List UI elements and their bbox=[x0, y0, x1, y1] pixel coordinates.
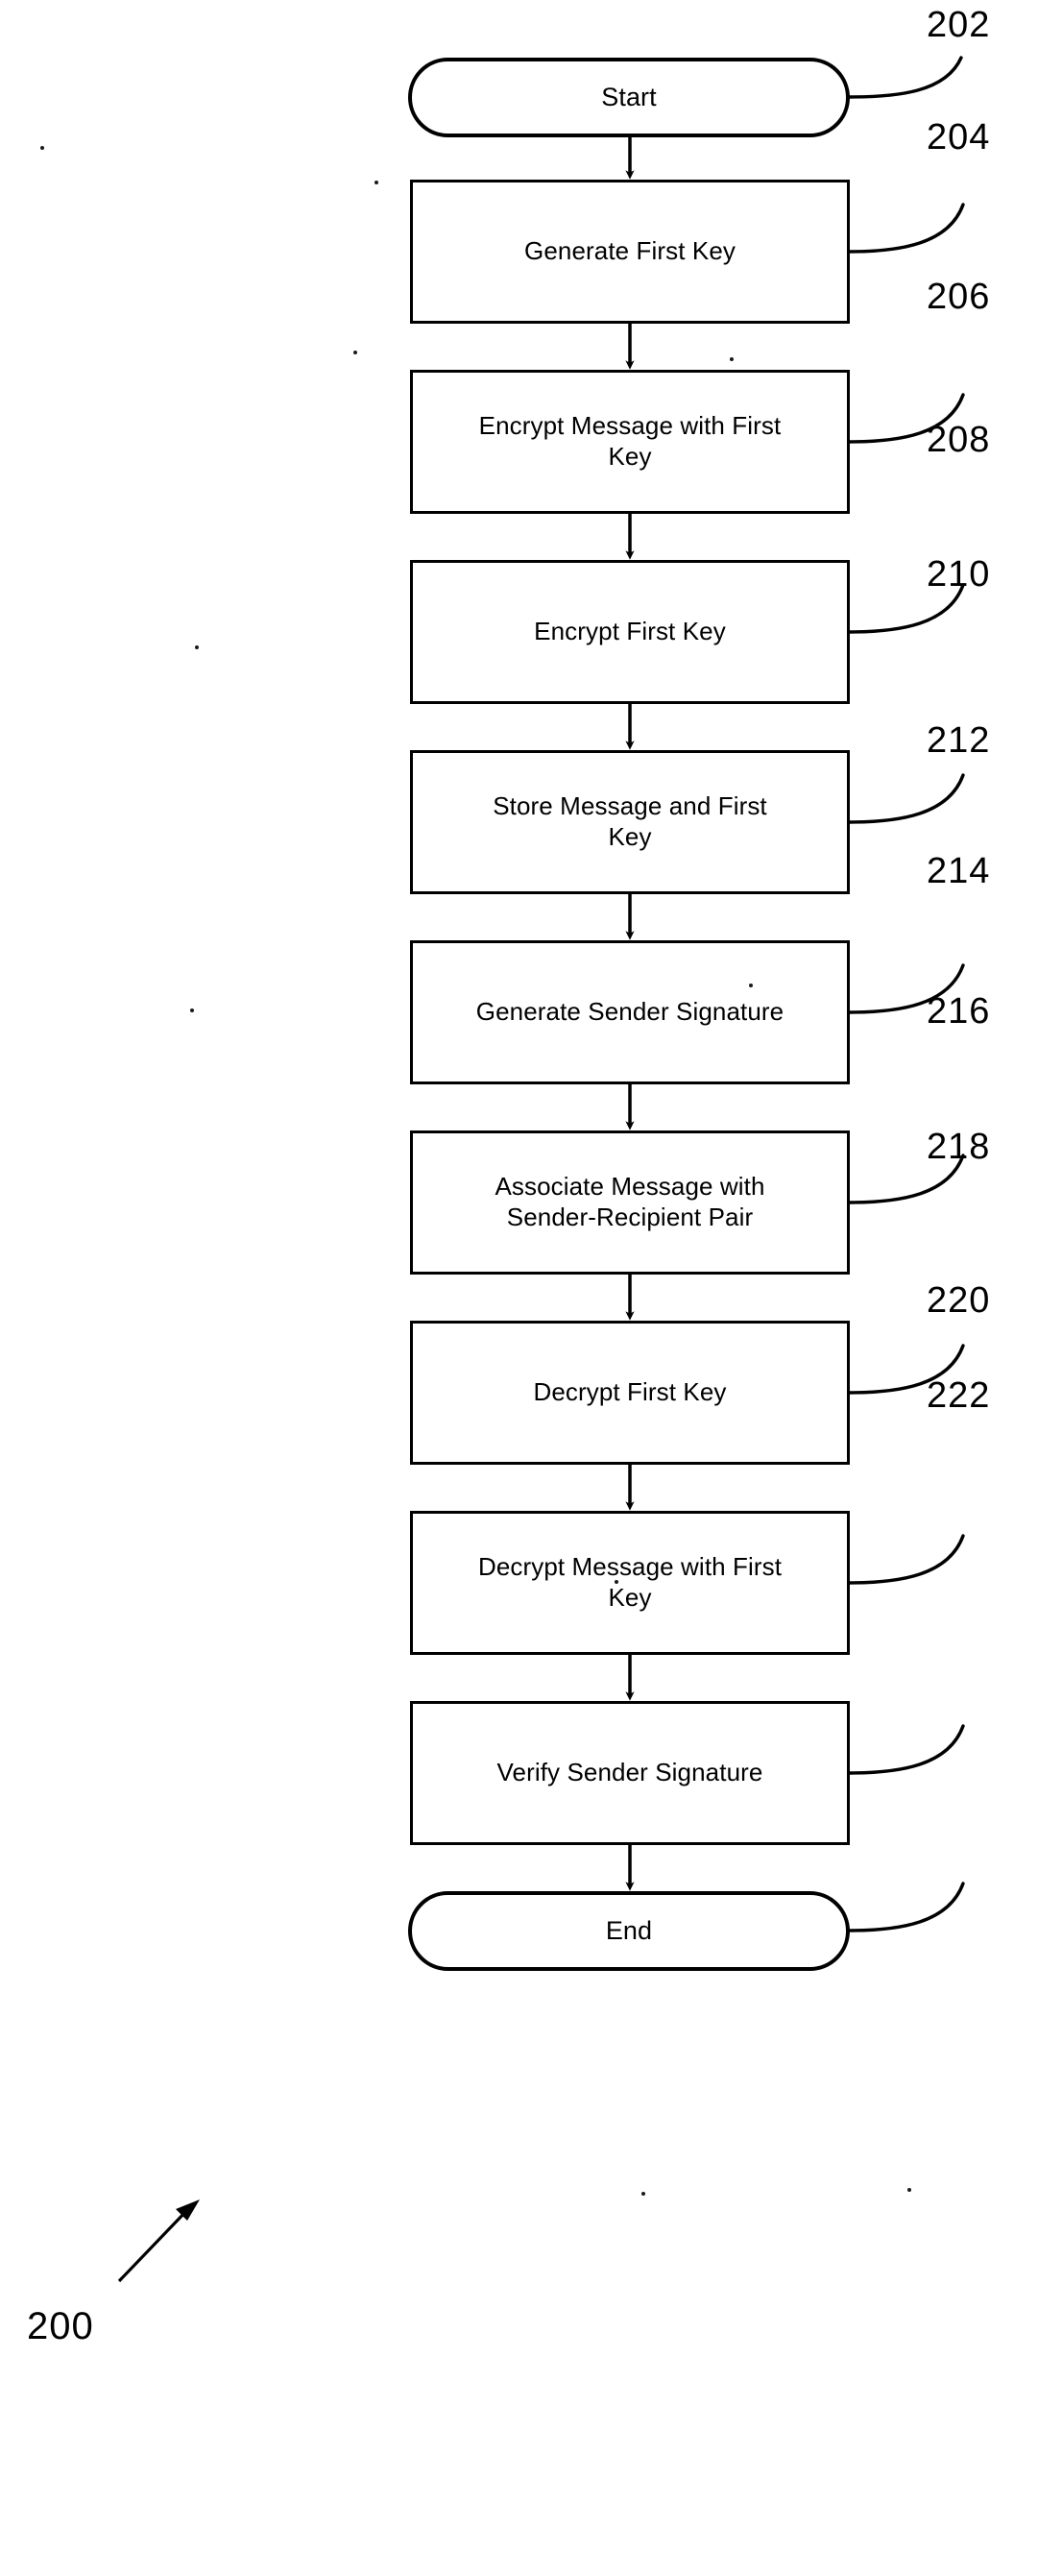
reference-numeral-202: 202 bbox=[927, 5, 991, 45]
reference-numeral-208: 208 bbox=[927, 420, 991, 460]
node-decrypt-first-key[interactable]: Decrypt First Key bbox=[410, 1321, 850, 1465]
reference-numeral-210: 210 bbox=[927, 554, 991, 595]
node-decrypt-message-with-first-key-label: Decrypt Message with First Key bbox=[477, 1552, 783, 1612]
reference-numeral-214: 214 bbox=[927, 851, 991, 891]
patent-flowchart-figure: Start Generate First Key Encrypt Message… bbox=[0, 0, 1062, 2576]
node-store-message-and-first-key[interactable]: Store Message and First Key bbox=[410, 750, 850, 894]
reference-numeral-216: 216 bbox=[927, 991, 991, 1032]
scan-artifact-speck bbox=[641, 2192, 645, 2196]
scan-artifact-speck bbox=[749, 984, 753, 987]
scan-artifact-speck bbox=[730, 357, 734, 361]
node-start-label: Start bbox=[601, 83, 657, 112]
node-end[interactable]: End bbox=[408, 1891, 850, 1971]
scan-artifact-speck bbox=[40, 146, 44, 150]
node-associate-message-with-sender-recipient-pair[interactable]: Associate Message with Sender-Recipient … bbox=[410, 1130, 850, 1275]
node-generate-sender-signature-label: Generate Sender Signature bbox=[475, 997, 784, 1027]
node-encrypt-first-key[interactable]: Encrypt First Key bbox=[410, 560, 850, 704]
node-generate-sender-signature[interactable]: Generate Sender Signature bbox=[410, 940, 850, 1084]
node-decrypt-first-key-label: Decrypt First Key bbox=[533, 1377, 727, 1407]
node-generate-first-key[interactable]: Generate First Key bbox=[410, 180, 850, 324]
scan-artifact-speck bbox=[374, 181, 378, 184]
reference-numeral-220: 220 bbox=[927, 1280, 991, 1321]
node-encrypt-message-with-first-key-label: Encrypt Message with First Key bbox=[478, 411, 782, 471]
node-encrypt-message-with-first-key[interactable]: Encrypt Message with First Key bbox=[410, 370, 850, 514]
reference-numeral-218: 218 bbox=[927, 1127, 991, 1167]
scan-artifact-speck bbox=[190, 1009, 194, 1012]
scan-artifact-speck bbox=[195, 645, 199, 649]
reference-numeral-206: 206 bbox=[927, 277, 991, 317]
node-verify-sender-signature-label: Verify Sender Signature bbox=[496, 1758, 763, 1787]
scan-artifact-speck bbox=[615, 1580, 618, 1584]
scan-artifact-speck bbox=[353, 351, 357, 354]
node-verify-sender-signature[interactable]: Verify Sender Signature bbox=[410, 1701, 850, 1845]
node-start[interactable]: Start bbox=[408, 58, 850, 137]
node-encrypt-first-key-label: Encrypt First Key bbox=[534, 617, 726, 646]
node-end-label: End bbox=[605, 1916, 653, 1946]
reference-numeral-204: 204 bbox=[927, 117, 991, 158]
node-associate-message-with-sender-recipient-pair-label: Associate Message with Sender-Recipient … bbox=[495, 1172, 765, 1231]
figure-number-200: 200 bbox=[27, 2305, 94, 2347]
node-store-message-and-first-key-label: Store Message and First Key bbox=[493, 791, 767, 851]
reference-numeral-212: 212 bbox=[927, 720, 991, 761]
node-decrypt-message-with-first-key[interactable]: Decrypt Message with First Key bbox=[410, 1511, 850, 1655]
node-generate-first-key-label: Generate First Key bbox=[524, 236, 736, 266]
reference-numeral-222: 222 bbox=[927, 1375, 991, 1416]
scan-artifact-speck bbox=[907, 2188, 911, 2192]
figure-number-pointer bbox=[117, 2199, 200, 2283]
